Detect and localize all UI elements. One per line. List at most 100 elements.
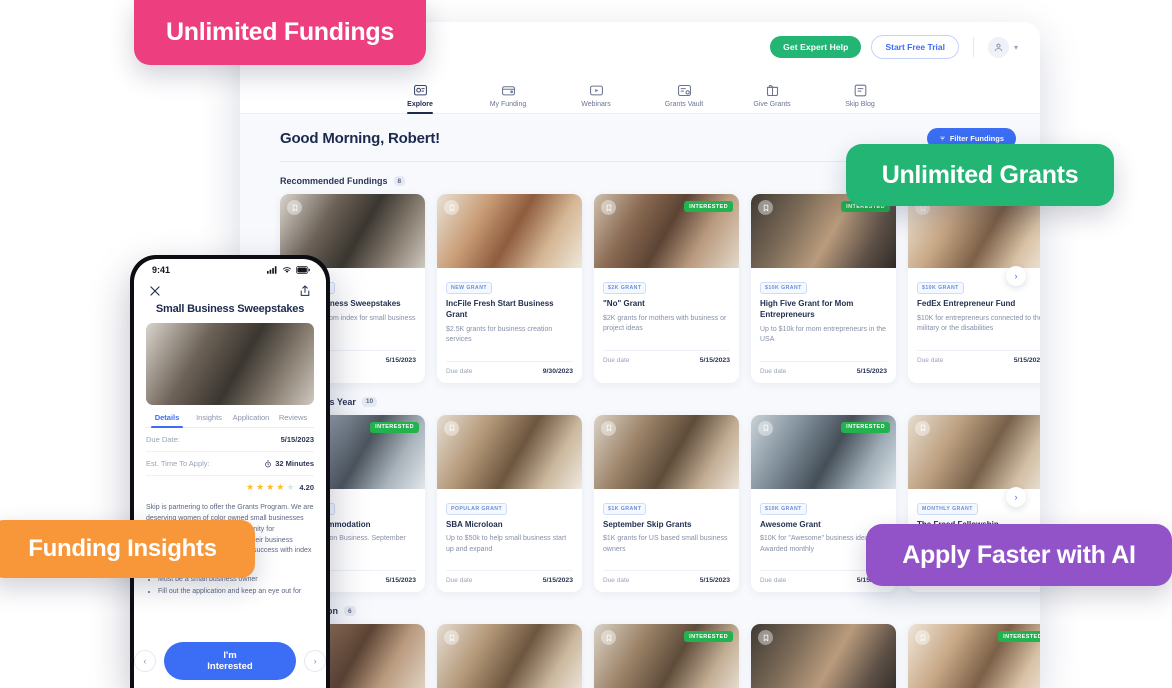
bookmark-icon[interactable] bbox=[919, 424, 927, 432]
nav-item-my-funding[interactable]: My Funding bbox=[479, 83, 537, 113]
pill-unlimited-grants: Unlimited Grants bbox=[846, 144, 1114, 206]
grant-type-badge: $10K GRANT bbox=[917, 282, 964, 294]
bookmark-icon[interactable] bbox=[605, 204, 613, 212]
tab-reviews[interactable]: Reviews bbox=[272, 413, 314, 427]
bookmark-icon[interactable] bbox=[919, 634, 927, 642]
bookmark-button[interactable] bbox=[601, 200, 616, 215]
grant-card[interactable] bbox=[437, 624, 582, 688]
nav-item-explore[interactable]: Explore bbox=[391, 83, 449, 113]
pill-funding-insights: Funding Insights bbox=[0, 520, 255, 578]
due-date-value: 5/15/2023 bbox=[385, 577, 416, 585]
nav-label: My Funding bbox=[489, 101, 527, 108]
section-count-badge: 6 bbox=[344, 606, 356, 617]
bookmark-button[interactable] bbox=[758, 420, 773, 436]
phone-footer: ‹ I'm Interested › bbox=[134, 636, 326, 680]
user-icon bbox=[994, 43, 1003, 51]
carousel-next-button[interactable]: › bbox=[1006, 266, 1026, 286]
phone-screen: 9:41 Small Business Sweepstakes Details … bbox=[134, 259, 326, 688]
bookmark-icon[interactable] bbox=[448, 634, 456, 642]
bookmark-icon[interactable] bbox=[762, 204, 770, 212]
grant-card[interactable]: $1K GRANT September Skip Grants $1K grants… bbox=[594, 414, 739, 593]
bookmark-icon[interactable] bbox=[762, 424, 770, 432]
share-icon[interactable] bbox=[298, 284, 312, 298]
card-title: IncFile Fresh Start Business Grant bbox=[446, 299, 554, 319]
grant-type-badge: POPULAR GRANT bbox=[446, 502, 508, 515]
close-icon[interactable] bbox=[148, 284, 162, 298]
nav-label: Skip Blog bbox=[845, 101, 875, 108]
card-description: $1K grants for US based small business o… bbox=[603, 535, 728, 553]
carousel-next-button[interactable]: › bbox=[1006, 486, 1026, 507]
card-description: Up to $50k to help small business start … bbox=[446, 535, 567, 553]
pill-apply-faster-with-ai: Apply Faster with AI bbox=[866, 524, 1172, 586]
card-footer: Due date 5/15/2023 bbox=[760, 360, 887, 383]
bookmark-button[interactable] bbox=[287, 200, 302, 215]
grant-card[interactable]: NEW GRANT IncFile Fresh Start Business Gr… bbox=[437, 194, 582, 383]
app-window: Get Expert Help Start Free Trial ▾ Explo… bbox=[240, 22, 1040, 688]
next-button[interactable]: › bbox=[304, 650, 326, 672]
bookmark-button[interactable] bbox=[915, 420, 930, 436]
nav-item-grants-vault[interactable]: Grants Vault bbox=[655, 83, 713, 113]
account-menu[interactable]: ▾ bbox=[987, 36, 1018, 58]
grant-card[interactable]: INTERESTED $2K GRANT "No" Grant $2K grants … bbox=[594, 194, 739, 383]
card-photo bbox=[751, 624, 896, 688]
est-time-label: Est. Time To Apply: bbox=[146, 459, 210, 468]
due-date-row: Due Date: 5/15/2023 bbox=[146, 428, 314, 452]
tab-application[interactable]: Application bbox=[230, 413, 272, 427]
filter-icon bbox=[939, 136, 945, 141]
grant-card[interactable] bbox=[751, 624, 896, 688]
explore-icon bbox=[413, 84, 427, 96]
due-date-value: 5/15/2023 bbox=[1013, 356, 1040, 364]
bookmark-icon[interactable] bbox=[605, 424, 613, 432]
bookmark-icon[interactable] bbox=[448, 204, 456, 212]
nav-item-skip-blog[interactable]: Skip Blog bbox=[831, 83, 889, 113]
bookmark-icon[interactable] bbox=[605, 634, 613, 642]
bookmark-button[interactable] bbox=[444, 200, 459, 215]
due-date-label: Due date bbox=[446, 577, 473, 585]
phone-page-title: Small Business Sweepstakes bbox=[155, 303, 305, 315]
bookmark-icon[interactable] bbox=[762, 634, 770, 642]
bookmark-button[interactable] bbox=[758, 200, 773, 215]
im-interested-button[interactable]: I'm Interested bbox=[163, 642, 297, 680]
bookmark-button[interactable] bbox=[444, 420, 459, 436]
status-time: 9:41 bbox=[152, 265, 171, 275]
start-free-trial-button[interactable]: Start Free Trial bbox=[871, 35, 959, 59]
section-header-closing: Closing Soon 6 bbox=[280, 606, 1016, 617]
grant-card[interactable]: INTERESTED bbox=[908, 624, 1040, 688]
grant-card[interactable]: INTERESTED $10K GRANT High Five Grant for … bbox=[751, 194, 896, 383]
gift-icon bbox=[766, 84, 778, 97]
phone-mockup: 9:41 Small Business Sweepstakes Details … bbox=[130, 255, 330, 688]
screenshot-root: Get Expert Help Start Free Trial ▾ Explo… bbox=[0, 0, 1172, 688]
list-item: Fill out the application and keep an eye… bbox=[158, 586, 314, 598]
status-icons bbox=[267, 266, 310, 274]
section-title: Recommended Fundings bbox=[280, 176, 388, 186]
tab-insights[interactable]: Insights bbox=[188, 413, 230, 427]
card-body: POPULAR GRANT SBA Microloan Up to $50k to … bbox=[437, 489, 582, 565]
get-expert-help-button[interactable]: Get Expert Help bbox=[770, 36, 862, 58]
nav-item-give-grants[interactable]: Give Grants bbox=[743, 83, 801, 113]
prev-button[interactable]: ‹ bbox=[134, 650, 156, 672]
bookmark-icon[interactable] bbox=[448, 424, 456, 432]
due-date-value: 5/15/2023 bbox=[542, 577, 573, 585]
nav-label: Grants Vault bbox=[664, 101, 704, 108]
grant-type-badge: $1K GRANT bbox=[603, 502, 647, 515]
card-footer: Due date 5/15/2023 bbox=[603, 349, 730, 372]
divider bbox=[972, 37, 974, 57]
phone-tabs: Details Insights Application Reviews bbox=[146, 413, 314, 428]
avatar[interactable] bbox=[987, 36, 1009, 58]
card-footer: Due date 5/15/2023 bbox=[603, 570, 730, 592]
grant-type-badge: $2K GRANT bbox=[603, 282, 647, 294]
wifi-icon bbox=[282, 267, 292, 273]
tab-details[interactable]: Details bbox=[146, 413, 188, 428]
interested-badge: INTERESTED bbox=[370, 421, 419, 433]
grant-card[interactable]: POPULAR GRANT SBA Microloan Up to $50k to … bbox=[437, 414, 582, 593]
due-date-value: 5/15/2023 bbox=[699, 577, 730, 585]
card-image bbox=[751, 624, 896, 688]
nav-item-webinars[interactable]: Webinars bbox=[567, 83, 625, 113]
grant-card[interactable]: INTERESTED bbox=[594, 624, 739, 688]
battery-icon bbox=[296, 266, 310, 274]
bookmark-icon[interactable] bbox=[291, 204, 299, 212]
phone-top-bar bbox=[134, 281, 326, 300]
grant-card[interactable]: $10K GRANT FedEx Entrepreneur Fund $10K fo… bbox=[908, 194, 1040, 383]
bookmark-button[interactable] bbox=[601, 420, 616, 436]
due-date-label: Due date bbox=[603, 356, 630, 364]
